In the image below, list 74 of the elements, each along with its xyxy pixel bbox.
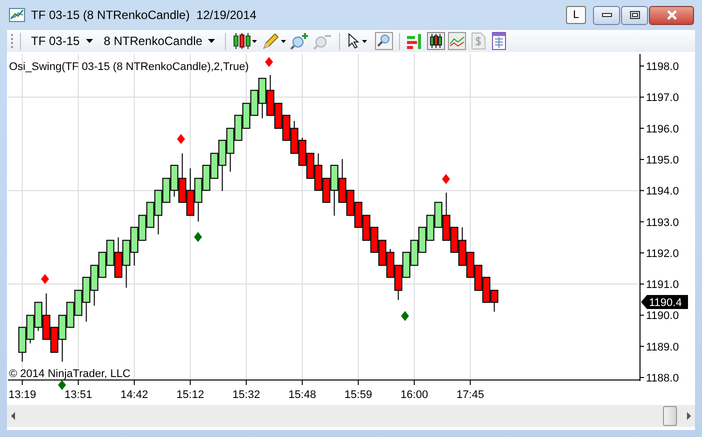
candle	[386, 248, 394, 278]
axis-label: 17:45	[456, 389, 484, 401]
candle	[298, 137, 306, 166]
minimize-icon	[602, 13, 612, 17]
candle	[426, 214, 434, 241]
layout-button[interactable]: L	[566, 6, 586, 24]
maximize-icon	[630, 11, 640, 19]
diamond-marker	[265, 57, 273, 67]
period-dropdown[interactable]: 8 NTRenkoCandle	[100, 31, 220, 51]
axis-label: 13:51	[64, 389, 92, 401]
candle	[242, 102, 250, 129]
close-icon	[666, 10, 678, 20]
candle	[378, 240, 386, 266]
pencil-icon[interactable]	[261, 32, 288, 50]
candle	[474, 264, 482, 291]
candle	[370, 226, 378, 253]
axis-label: 14:42	[120, 389, 148, 401]
axis-label: 1193.0	[646, 216, 679, 229]
axis-label: 15:12	[176, 389, 204, 401]
axis-label: 1192.0	[646, 248, 679, 260]
candle	[282, 114, 290, 141]
axis-label: 1191.0	[646, 279, 679, 292]
axis-label: 1190.0	[646, 310, 679, 322]
axis-label: 15:48	[288, 389, 316, 401]
axis-label: 1188.0	[646, 372, 679, 384]
candle	[402, 252, 410, 278]
diamond-marker	[442, 174, 450, 184]
candle	[410, 240, 418, 266]
close-button[interactable]	[649, 6, 694, 24]
candle	[18, 326, 26, 362]
axis-label: 1197.0	[646, 92, 679, 104]
candle	[490, 290, 498, 312]
axis-label: 1196.0	[646, 123, 679, 136]
axis-label: 1198.0	[646, 61, 679, 73]
candle	[354, 202, 362, 228]
search-icon[interactable]	[375, 32, 394, 50]
horizontal-scrollbar[interactable]	[7, 405, 695, 427]
axis-label: 1195.0	[646, 154, 679, 166]
diamond-marker	[194, 232, 202, 242]
diamond-marker	[58, 380, 66, 390]
data-table-icon[interactable]	[490, 32, 508, 50]
axis-label: 1194.0	[646, 186, 679, 198]
candle	[362, 214, 370, 241]
candle	[122, 240, 130, 288]
candle	[418, 226, 426, 253]
maximize-button[interactable]	[621, 6, 648, 24]
axis-label: 15:59	[344, 389, 372, 401]
minimize-button[interactable]	[593, 6, 620, 24]
candle	[290, 120, 298, 154]
candle	[394, 264, 402, 300]
axis-label: 13:19	[8, 389, 36, 401]
caret-icon	[208, 39, 216, 43]
candlestick-icon[interactable]	[232, 32, 258, 50]
instrument-dropdown[interactable]: TF 03-15	[27, 31, 97, 51]
chart-icon	[9, 8, 25, 22]
zoom-in-icon[interactable]	[290, 32, 310, 50]
axis-label: 15:32	[232, 389, 260, 401]
candle	[186, 168, 194, 216]
axis-label: 16:00	[400, 389, 428, 401]
copyright-text: © 2014 NinjaTrader, LLC	[9, 368, 130, 380]
grip-icon[interactable]	[11, 33, 14, 49]
diamond-marker	[401, 311, 409, 321]
axis-label: 1189.0	[646, 341, 679, 354]
indicator-label: Osi_Swing(TF 03-15 (8 NTRenkoCandle),2,True)	[9, 61, 249, 73]
candle	[482, 276, 490, 303]
scrollbar-thumb[interactable]	[663, 406, 677, 426]
diamond-marker	[177, 134, 185, 144]
candle	[26, 314, 34, 344]
caret-icon	[86, 39, 93, 43]
window-title: TF 03-15 (8 NTRenkoCandle) 12/19/2014	[31, 8, 256, 22]
candlestick-icon[interactable]	[427, 32, 446, 50]
diamond-marker	[41, 274, 49, 284]
last-price-tag: 1190.4	[641, 295, 688, 309]
line-chart-icon[interactable]	[448, 32, 466, 50]
